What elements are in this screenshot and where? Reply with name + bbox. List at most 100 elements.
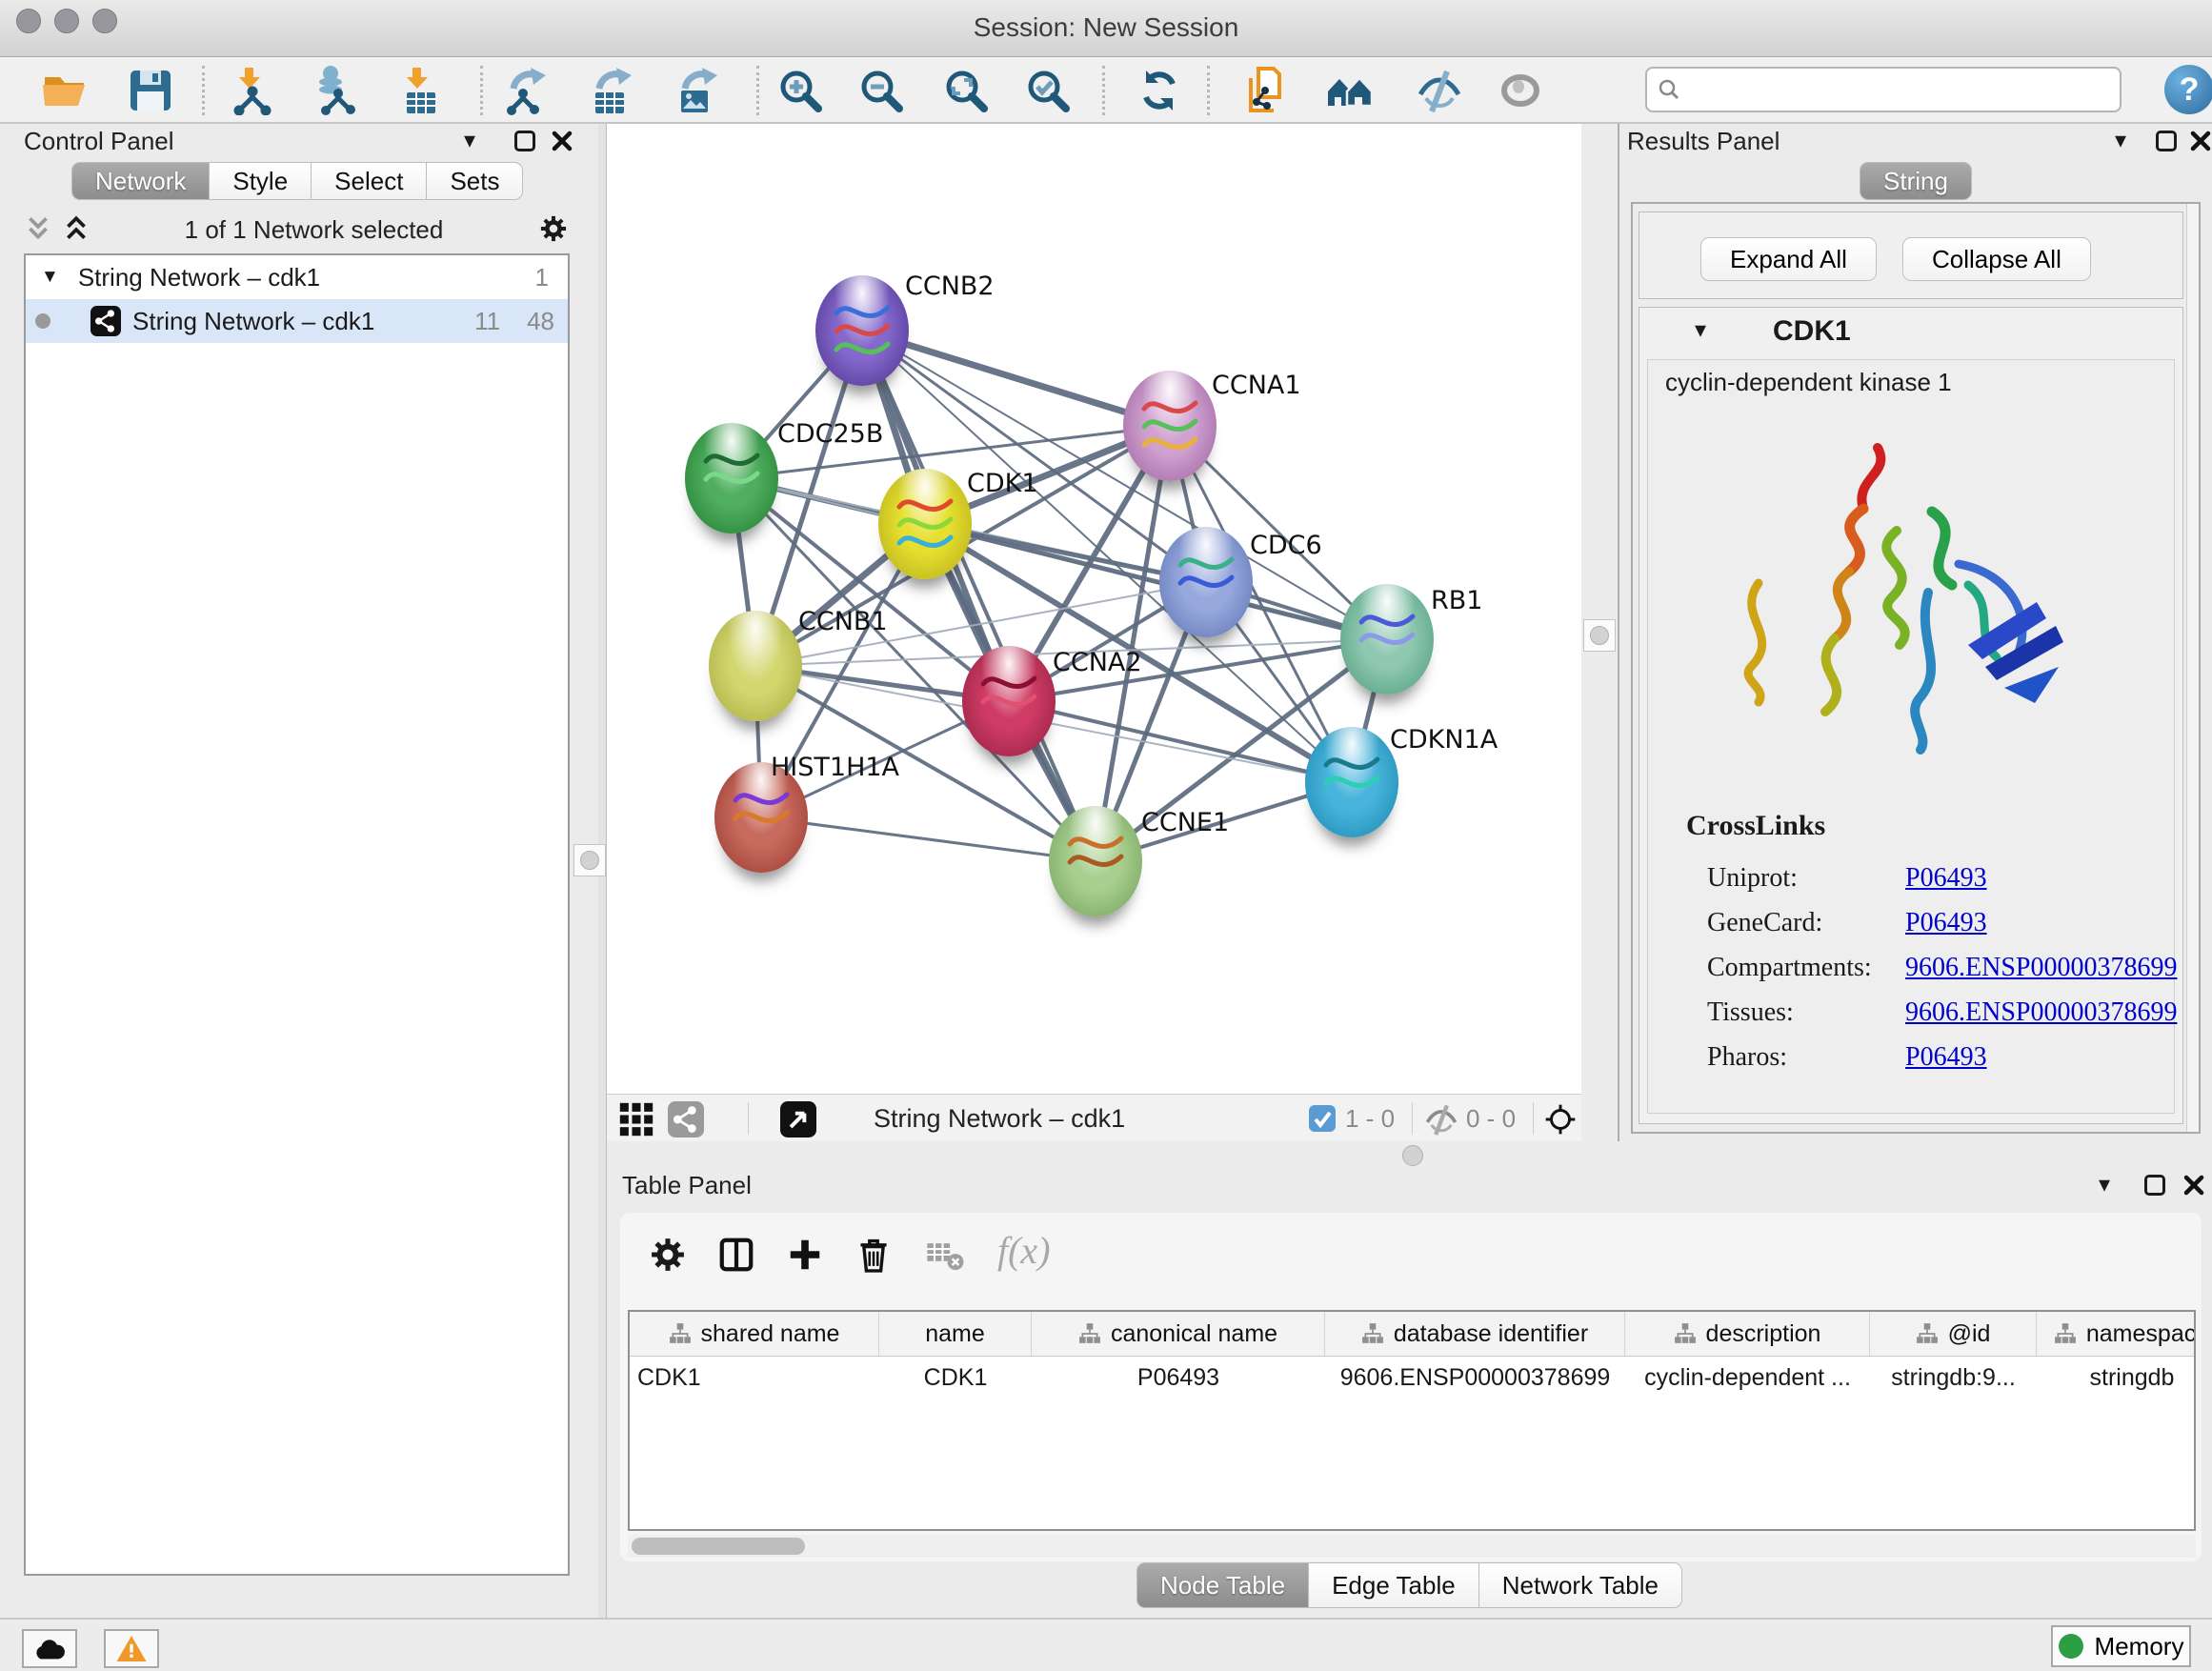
left-divider-handle[interactable] xyxy=(573,844,606,876)
right-divider-handle[interactable] xyxy=(1583,619,1616,652)
hide-selected-button[interactable] xyxy=(1413,64,1466,117)
export-image-button[interactable] xyxy=(672,64,725,117)
import-network-button[interactable] xyxy=(226,64,279,117)
cell-canonical-name[interactable]: P06493 xyxy=(1032,1357,1325,1399)
close-window-button[interactable] xyxy=(16,9,41,33)
column-header-id[interactable]: @id xyxy=(1870,1312,2037,1356)
zoom-fit-button[interactable] xyxy=(939,64,993,117)
network-node-rb1[interactable] xyxy=(1340,584,1434,695)
show-all-button[interactable] xyxy=(1494,64,1547,117)
network-node-ccnb2[interactable] xyxy=(815,275,909,386)
tab-sets[interactable]: Sets xyxy=(427,162,523,200)
network-row[interactable]: String Network – cdk1 11 48 xyxy=(26,299,568,343)
show-columns-button[interactable] xyxy=(712,1230,761,1279)
network-node-ccna2[interactable] xyxy=(962,646,1056,756)
tab-network-table[interactable]: Network Table xyxy=(1479,1562,1682,1608)
network-canvas[interactable]: CCNB2CCNA1CDC25BCDK1CDC6RB1CCNB1CCNA2CDK… xyxy=(607,124,1581,1094)
warnings-button[interactable] xyxy=(104,1629,159,1668)
tab-node-table[interactable]: Node Table xyxy=(1136,1562,1309,1608)
home-button[interactable] xyxy=(1323,64,1377,117)
cell-id[interactable]: stringdb:9... xyxy=(1870,1357,2037,1399)
network-node-ccne1[interactable] xyxy=(1049,806,1142,916)
tab-style[interactable]: Style xyxy=(210,162,312,200)
export-network-button[interactable] xyxy=(500,64,553,117)
import-database-button[interactable] xyxy=(308,64,361,117)
scrollbar-thumb[interactable] xyxy=(632,1538,805,1555)
selected-nodes-checkbox[interactable] xyxy=(1309,1105,1336,1132)
delete-table-button[interactable] xyxy=(920,1230,970,1279)
cell-name[interactable]: CDK1 xyxy=(879,1357,1032,1399)
fit-selected-button[interactable] xyxy=(1540,1099,1580,1139)
results-scrollbar[interactable] xyxy=(2186,204,2199,1132)
column-header-shared-name[interactable]: shared name xyxy=(630,1312,879,1356)
crosslink-tissues-link[interactable]: 9606.ENSP00000378699 xyxy=(1905,997,2177,1028)
memory-button[interactable]: Memory xyxy=(2051,1625,2191,1667)
zoom-window-button[interactable] xyxy=(92,9,117,33)
table-row[interactable]: CDK1CDK1P064939606.ENSP00000378699cyclin… xyxy=(630,1357,2194,1399)
network-options-button[interactable] xyxy=(537,212,570,248)
column-header-canonical-name[interactable]: canonical name xyxy=(1032,1312,1325,1356)
network-overview-button[interactable] xyxy=(666,1099,706,1139)
column-header-namespace[interactable]: namespace xyxy=(2037,1312,2196,1356)
cell-description[interactable]: cyclin-dependent ... xyxy=(1625,1357,1870,1399)
cell-namespace[interactable]: stringdb xyxy=(2037,1357,2196,1399)
collapse-all-button[interactable]: Collapse All xyxy=(1902,237,2091,281)
zoom-in-button[interactable] xyxy=(774,64,827,117)
table-options-button[interactable] xyxy=(643,1230,693,1279)
panel-menu-caret[interactable]: ▾ xyxy=(464,130,475,152)
column-header-database-identifier[interactable]: database identifier xyxy=(1325,1312,1625,1356)
tab-string[interactable]: String xyxy=(1860,162,1972,200)
import-table-button[interactable] xyxy=(393,64,447,117)
refresh-button[interactable] xyxy=(1133,64,1186,117)
crosslink-pharos-link[interactable]: P06493 xyxy=(1905,1042,1987,1073)
tab-edge-table[interactable]: Edge Table xyxy=(1309,1562,1479,1608)
crosslink-genecard-link[interactable]: P06493 xyxy=(1905,908,1987,938)
float-panel-button[interactable] xyxy=(2156,131,2177,151)
close-panel-button[interactable] xyxy=(2182,1174,2205,1197)
open-session-button[interactable] xyxy=(38,64,91,117)
expand-all-button[interactable]: Expand All xyxy=(1700,237,1877,281)
gene-card-header[interactable]: ▾ CDK1 xyxy=(1639,308,2182,357)
cell-shared-name[interactable]: CDK1 xyxy=(630,1357,879,1399)
float-panel-button[interactable] xyxy=(2144,1175,2165,1196)
delete-column-button[interactable] xyxy=(849,1230,898,1279)
network-node-cdc25b[interactable] xyxy=(685,423,778,534)
function-builder-button[interactable]: f(x) xyxy=(997,1228,1051,1273)
table-horizontal-scrollbar[interactable] xyxy=(628,1535,2196,1558)
search-input[interactable] xyxy=(1691,75,2110,105)
column-header-name[interactable]: name xyxy=(879,1312,1032,1356)
minimize-window-button[interactable] xyxy=(54,9,79,33)
panel-menu-caret[interactable]: ▾ xyxy=(2099,1174,2110,1197)
network-node-ccna1[interactable] xyxy=(1123,371,1217,481)
network-node-cdc6[interactable] xyxy=(1159,527,1253,637)
cloud-status-button[interactable] xyxy=(22,1629,77,1668)
create-column-button[interactable] xyxy=(780,1230,830,1279)
crosslink-uniprot-link[interactable]: P06493 xyxy=(1905,863,1987,894)
birdseye-view-button[interactable] xyxy=(778,1099,818,1139)
tree-expand-caret[interactable]: ▼ xyxy=(41,267,59,288)
clone-network-button[interactable] xyxy=(1239,64,1293,117)
horizontal-divider-handle[interactable] xyxy=(1402,1145,1423,1166)
network-node-cdk1[interactable] xyxy=(878,469,972,579)
network-node-ccnb1[interactable] xyxy=(709,611,802,721)
panel-menu-caret[interactable]: ▾ xyxy=(2115,130,2126,152)
column-header-description[interactable]: description xyxy=(1625,1312,1870,1356)
help-button[interactable]: ? xyxy=(2164,65,2212,114)
save-session-button[interactable] xyxy=(124,64,177,117)
close-panel-button[interactable] xyxy=(2189,130,2212,152)
tab-network[interactable]: Network xyxy=(71,162,210,200)
tab-select[interactable]: Select xyxy=(312,162,427,200)
zoom-out-button[interactable] xyxy=(855,64,908,117)
hidden-items-button[interactable] xyxy=(1421,1099,1461,1139)
grid-view-button[interactable] xyxy=(616,1099,656,1139)
network-node-cdkn1a[interactable] xyxy=(1305,727,1398,837)
crosslink-compartments-link[interactable]: 9606.ENSP00000378699 xyxy=(1905,953,2177,983)
export-table-button[interactable] xyxy=(586,64,639,117)
collapse-gene-caret[interactable]: ▾ xyxy=(1695,319,1706,342)
close-panel-button[interactable] xyxy=(551,130,573,152)
cell-database-identifier[interactable]: 9606.ENSP00000378699 xyxy=(1325,1357,1625,1399)
float-panel-button[interactable] xyxy=(514,131,535,151)
network-collection-row[interactable]: ▼ String Network – cdk1 1 xyxy=(26,255,568,299)
zoom-selected-button[interactable] xyxy=(1021,64,1075,117)
expand-tree-button[interactable] xyxy=(24,215,52,245)
